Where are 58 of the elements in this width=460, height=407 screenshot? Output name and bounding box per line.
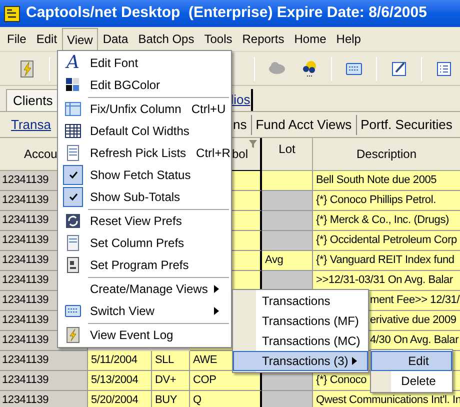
menu-bar-item[interactable]: Tools	[199, 28, 238, 50]
table-cell: 5/20/2004	[88, 391, 152, 407]
table-cell: {*} Occidental Petroleum Corp	[313, 231, 460, 251]
menu-bar-item[interactable]: Help	[331, 28, 366, 50]
menu-item[interactable]: A Edit Font	[58, 52, 231, 74]
table-cell: {*} Conoco Phillips Petrol.	[313, 191, 460, 211]
checkmark-icon	[68, 171, 78, 179]
menu-bar-item[interactable]: Data	[98, 28, 134, 50]
table-cell: >>12/31-03/31 On Avg. Balar	[313, 271, 460, 291]
tab[interactable]: Clients	[6, 89, 60, 111]
menu-bar-item[interactable]: File	[2, 28, 32, 50]
submenu-arrow-icon	[214, 285, 219, 293]
submenu-arrow-icon	[352, 357, 357, 365]
tab[interactable]: ns	[232, 114, 247, 134]
color-grid-icon	[64, 76, 82, 94]
menu-bar-item[interactable]: Edit	[31, 28, 62, 50]
document-icon	[64, 234, 82, 252]
document-lines-icon	[64, 144, 82, 162]
settings-document-icon	[64, 256, 82, 274]
menu-item[interactable]: Edit BGColor	[58, 74, 231, 96]
menu-bar-item[interactable]: Home	[289, 28, 332, 50]
table-cell: 12341139	[0, 351, 88, 371]
menu-item[interactable]: Fix/Unfix Column Ctrl+U	[58, 98, 231, 120]
menu-bar-item[interactable]: View	[62, 28, 98, 50]
table-cell: {*} Merck & Co., Inc. (Drugs)	[313, 211, 460, 231]
lightning-log-icon	[64, 326, 82, 344]
table-cell: SLL	[152, 351, 190, 371]
menu-item[interactable]: Delete	[371, 371, 452, 391]
menu-item[interactable]: Edit	[371, 351, 452, 371]
refresh-icon	[64, 212, 82, 230]
tab[interactable]: Fund Acct Views	[256, 114, 352, 134]
font-icon: A	[66, 54, 80, 72]
table-cell: 5/13/2004	[88, 371, 152, 391]
submenu-arrow-icon	[214, 307, 219, 315]
table-cell: 5/11/2004	[88, 351, 152, 371]
column-frame-icon	[64, 100, 82, 118]
link[interactable]: Transa	[11, 114, 51, 134]
checkbox[interactable]	[63, 187, 83, 207]
table-cell: DV+	[152, 371, 190, 391]
table-cell: COP	[190, 371, 262, 391]
checkmark-icon	[68, 193, 78, 201]
filter-icon[interactable]	[249, 140, 257, 148]
table-grid-icon	[64, 122, 82, 140]
menu-bar-item[interactable]: Batch Ops	[133, 28, 200, 50]
table-cell: Avg	[262, 251, 313, 271]
calculator-icon	[64, 302, 82, 320]
table-cell: Q	[190, 391, 262, 407]
table-cell: {*} Vanguard REIT Index fund	[313, 251, 460, 271]
window-title: Captools/net Desktop (Enterprise) Expire Date: 8/6/2005	[26, 3, 427, 24]
checkbox[interactable]	[63, 165, 83, 185]
table-cell: BUY	[152, 391, 190, 407]
table-cell: 12341139	[0, 391, 88, 407]
table-cell: Bell South Note due 2005	[313, 171, 460, 191]
table-cell: 12341139	[0, 371, 88, 391]
app-logo-icon	[4, 6, 20, 22]
tab[interactable]: Portf. Securities	[360, 114, 452, 134]
menu-bar-item[interactable]: Reports	[237, 28, 290, 50]
menu-item[interactable]: Transactions (3)	[233, 351, 368, 371]
